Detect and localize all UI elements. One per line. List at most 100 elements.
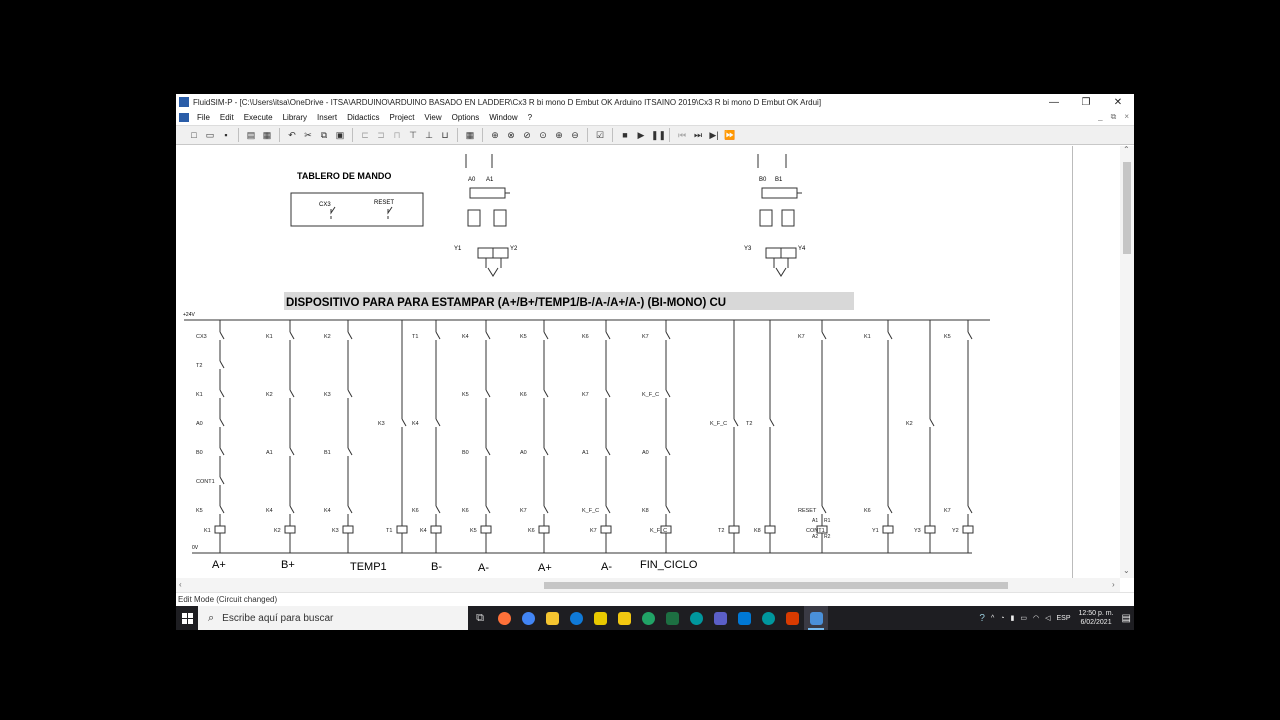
scroll-down-icon[interactable]: ⌄ bbox=[1123, 566, 1130, 575]
new-icon[interactable]: □ bbox=[188, 129, 200, 141]
volume-icon[interactable]: ◁ bbox=[1042, 614, 1053, 622]
zoom-out-icon[interactable]: ⊖ bbox=[569, 129, 581, 141]
zoom-fit-icon[interactable]: ⊗ bbox=[505, 129, 517, 141]
taskbar-app-excel[interactable] bbox=[660, 606, 684, 630]
supply-zero-label: 0V bbox=[192, 545, 199, 551]
cylinder-a[interactable]: A0 A1 Y1 Y2 bbox=[454, 154, 518, 277]
scroll-up-icon[interactable]: ⌃ bbox=[1123, 145, 1130, 154]
horizontal-scrollbar[interactable]: ‹ › bbox=[176, 578, 1120, 592]
reset-icon[interactable]: ⏮ bbox=[676, 129, 688, 141]
open-icon[interactable]: ▭ bbox=[204, 129, 216, 141]
menu-edit[interactable]: Edit bbox=[215, 113, 239, 122]
menu-insert[interactable]: Insert bbox=[312, 113, 342, 122]
save-icon[interactable]: ▪ bbox=[220, 129, 232, 141]
child-minimize-button[interactable]: _ bbox=[1098, 112, 1102, 122]
paste-icon[interactable]: ▣ bbox=[334, 129, 346, 141]
vertical-scroll-thumb[interactable] bbox=[1123, 162, 1131, 254]
task-view-icon[interactable]: ⧉ bbox=[468, 606, 492, 630]
taskbar-app-acrobat[interactable] bbox=[780, 606, 804, 630]
microphone-icon[interactable]: ▮ bbox=[1008, 614, 1018, 622]
copy-icon[interactable]: ⧉ bbox=[318, 129, 330, 141]
rung-5-coil bbox=[430, 525, 442, 534]
clock[interactable]: 12:50 p. m. 6/02/2021 bbox=[1074, 609, 1119, 627]
undo-icon[interactable]: ↶ bbox=[286, 129, 298, 141]
start-button[interactable] bbox=[176, 606, 198, 630]
language-indicator[interactable]: ESP bbox=[1054, 615, 1074, 622]
play-icon[interactable]: ▶ bbox=[635, 129, 647, 141]
menu-didactics[interactable]: Didactics bbox=[342, 113, 384, 122]
minimize-button[interactable]: — bbox=[1038, 97, 1070, 108]
zoom-in-icon[interactable]: ⊕ bbox=[553, 129, 565, 141]
coil-y4-label: Y4 bbox=[798, 246, 806, 252]
taskbar-app-green[interactable] bbox=[636, 606, 660, 630]
align-bottom-icon[interactable]: ⊔ bbox=[439, 129, 451, 141]
taskbar-app-mail[interactable] bbox=[732, 606, 756, 630]
align-left-icon[interactable]: ⊏ bbox=[359, 129, 371, 141]
align-middle-icon[interactable]: ⊥ bbox=[423, 129, 435, 141]
cylinder-b[interactable]: B0 B1 Y3 Y4 bbox=[744, 154, 806, 277]
menu-project[interactable]: Project bbox=[385, 113, 420, 122]
menu-file[interactable]: File bbox=[192, 113, 215, 122]
rung-2-coil bbox=[284, 525, 296, 534]
menu-help[interactable]: ? bbox=[523, 113, 537, 122]
fast-forward-icon[interactable]: ⏩ bbox=[724, 129, 736, 141]
align-center-icon[interactable]: ⊐ bbox=[375, 129, 387, 141]
chevron-up-icon[interactable]: ^ bbox=[988, 615, 997, 622]
align-right-icon[interactable]: ⊓ bbox=[391, 129, 403, 141]
step-icon[interactable]: ⏭ bbox=[692, 129, 704, 141]
windows-logo-icon bbox=[181, 612, 193, 624]
close-button[interactable]: ✕ bbox=[1102, 97, 1134, 108]
taskbar-app-edge[interactable] bbox=[564, 606, 588, 630]
scroll-left-icon[interactable]: ‹ bbox=[179, 580, 182, 589]
align-top-icon[interactable]: ⊤ bbox=[407, 129, 419, 141]
check-drawing-icon[interactable]: ☑ bbox=[594, 129, 606, 141]
cut-icon[interactable]: ✂ bbox=[302, 129, 314, 141]
print-icon[interactable]: ▦ bbox=[261, 129, 273, 141]
document-icon bbox=[179, 112, 189, 122]
cx3-pushbutton-symbol[interactable] bbox=[330, 206, 336, 219]
menu-options[interactable]: Options bbox=[447, 113, 485, 122]
taskbar-search[interactable]: ⌕ Escribe aquí para buscar bbox=[198, 606, 468, 630]
vertical-scrollbar[interactable]: ⌃ ⌄ bbox=[1120, 145, 1134, 578]
scroll-right-icon[interactable]: › bbox=[1112, 580, 1115, 589]
print-preview-icon[interactable]: ▤ bbox=[245, 129, 257, 141]
rung-2-contact-label-2: K2 bbox=[266, 392, 273, 398]
taskbar-app-chrome[interactable] bbox=[516, 606, 540, 630]
menu-execute[interactable]: Execute bbox=[239, 113, 278, 122]
zoom-window-icon[interactable]: ⊘ bbox=[521, 129, 533, 141]
chrome-icon bbox=[521, 611, 535, 625]
notifications-icon[interactable]: ▤ bbox=[1119, 613, 1134, 624]
taskbar-app-arduino[interactable] bbox=[684, 606, 708, 630]
network-icon[interactable]: ◔ bbox=[997, 615, 1007, 622]
rung-4-coil-label: T1 bbox=[386, 528, 392, 534]
restore-button[interactable]: ❐ bbox=[1070, 97, 1102, 108]
help-icon[interactable]: ? bbox=[976, 613, 988, 624]
pause-icon[interactable]: ❚❚ bbox=[651, 129, 666, 141]
horizontal-scroll-thumb[interactable] bbox=[544, 582, 1008, 589]
wifi-icon[interactable]: ◠ bbox=[1030, 614, 1042, 622]
taskbar-app-firefox[interactable] bbox=[492, 606, 516, 630]
rung-3-coil-label: K3 bbox=[332, 528, 339, 534]
grid-icon[interactable]: ▦ bbox=[464, 129, 476, 141]
child-restore-button[interactable]: ⧉ bbox=[1111, 112, 1117, 122]
battery-icon[interactable]: ▭ bbox=[1017, 614, 1030, 622]
taskbar-app-arduino-2[interactable] bbox=[756, 606, 780, 630]
taskbar-app-teams[interactable] bbox=[708, 606, 732, 630]
menu-library[interactable]: Library bbox=[278, 113, 312, 122]
step-to-icon[interactable]: ▶| bbox=[708, 129, 720, 141]
reset-pushbutton-symbol[interactable] bbox=[387, 206, 393, 219]
menu-view[interactable]: View bbox=[419, 113, 446, 122]
window-title: FluidSIM-P - [C:\Users\itsa\OneDrive - I… bbox=[193, 97, 822, 107]
circuit-canvas[interactable]: TABLERO DE MANDO CX3 RESET A0 A1 Y1 Y2 B… bbox=[176, 146, 1120, 578]
taskbar-app-sticky[interactable] bbox=[612, 606, 636, 630]
child-close-button[interactable]: × bbox=[1124, 112, 1129, 122]
stop-icon[interactable]: ■ bbox=[619, 129, 631, 141]
zoom-page-icon[interactable]: ⊙ bbox=[537, 129, 549, 141]
taskbar-app-explorer[interactable] bbox=[540, 606, 564, 630]
taskbar-app-fluidsim[interactable] bbox=[804, 606, 828, 630]
step-label-4: B- bbox=[431, 561, 442, 573]
zoom-icon[interactable]: ⊕ bbox=[489, 129, 501, 141]
rung-5-contact-label-2: K4 bbox=[412, 421, 419, 427]
taskbar-app-notes[interactable] bbox=[588, 606, 612, 630]
menu-window[interactable]: Window bbox=[484, 113, 522, 122]
